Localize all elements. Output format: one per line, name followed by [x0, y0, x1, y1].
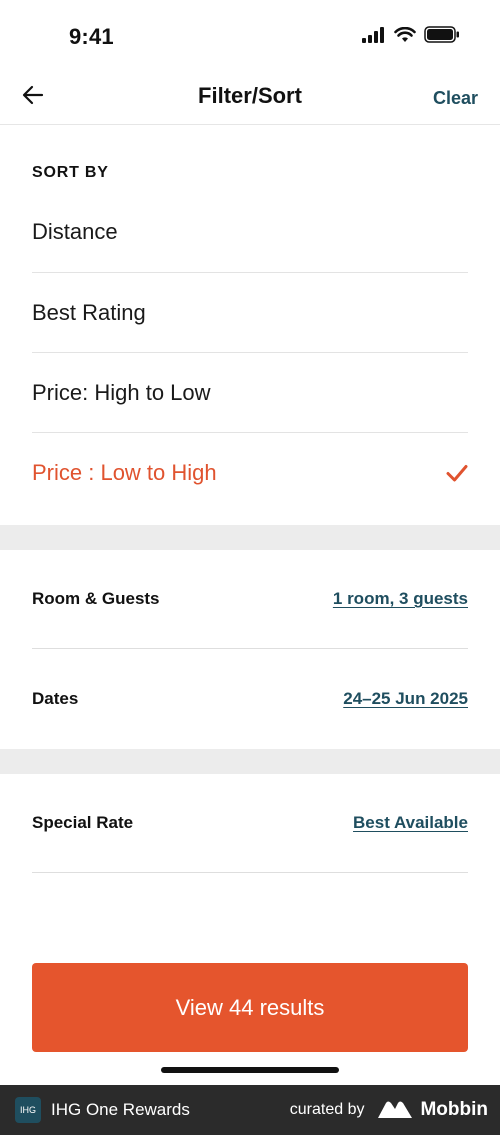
mobbin-brand-text: Mobbin [420, 1099, 488, 1120]
sort-option-label: Price : Low to High [32, 460, 217, 485]
cellular-signal-icon [362, 26, 384, 43]
status-bar: 9:41 [0, 0, 500, 70]
curator-attribution: curated by Mobbin [290, 1099, 488, 1121]
mobbin-mark-icon [378, 1101, 413, 1118]
curated-by-label: curated by [289, 1101, 365, 1118]
room-guests-row: Room & Guests 1 room, 3 guests [32, 550, 468, 649]
page-title: Filter/Sort [198, 83, 302, 108]
mobbin-logo: Mobbin [376, 1099, 488, 1121]
battery-icon [424, 26, 459, 43]
sort-option-distance[interactable]: Distance [32, 193, 468, 273]
dates-row: Dates 24–25 Jun 2025 [32, 649, 468, 748]
special-rate-label: Special Rate [32, 813, 134, 832]
sort-section: SORT BY Distance Best Rating Price: High… [0, 125, 500, 525]
app-attribution: IHG IHG One Rewards [15, 1097, 190, 1123]
clear-button[interactable]: Clear [433, 88, 478, 109]
room-guests-link[interactable]: 1 room, 3 guests [333, 589, 468, 609]
view-results-button[interactable]: View 44 results [32, 963, 468, 1052]
back-button[interactable] [18, 80, 48, 110]
status-time: 9:41 [69, 24, 114, 49]
sort-option-best-rating[interactable]: Best Rating [32, 273, 468, 353]
status-icons [362, 26, 460, 43]
section-divider [0, 525, 500, 550]
sort-option-label: Best Rating [32, 299, 146, 325]
arrow-left-icon [22, 85, 44, 105]
footer-bar: IHG IHG One Rewards curated by Mobbin [0, 1085, 500, 1135]
app-name: IHG One Rewards [51, 1100, 190, 1119]
navigation-bar: Filter/Sort Clear [0, 70, 500, 125]
room-guests-label: Room & Guests [32, 589, 160, 608]
home-indicator [161, 1067, 339, 1073]
sort-heading: SORT BY [32, 164, 109, 181]
ihg-logo-icon: IHG [15, 1097, 41, 1123]
dates-label: Dates [32, 688, 79, 708]
special-rate-row: Special Rate Best Available [32, 774, 468, 873]
checkmark-icon [446, 465, 468, 482]
sort-option-label: Price: High to Low [32, 379, 211, 405]
special-rate-link[interactable]: Best Available [353, 813, 468, 833]
section-divider [0, 749, 500, 774]
wifi-icon [394, 26, 416, 42]
sort-option-label: Distance [32, 219, 118, 244]
dates-link[interactable]: 24–25 Jun 2025 [343, 689, 468, 709]
sort-option-price-low-to-high[interactable]: Price : Low to High [32, 433, 468, 513]
sort-option-price-high-to-low[interactable]: Price: High to Low [32, 353, 468, 433]
sort-options-list: Distance Best Rating Price: High to Low … [32, 193, 468, 513]
